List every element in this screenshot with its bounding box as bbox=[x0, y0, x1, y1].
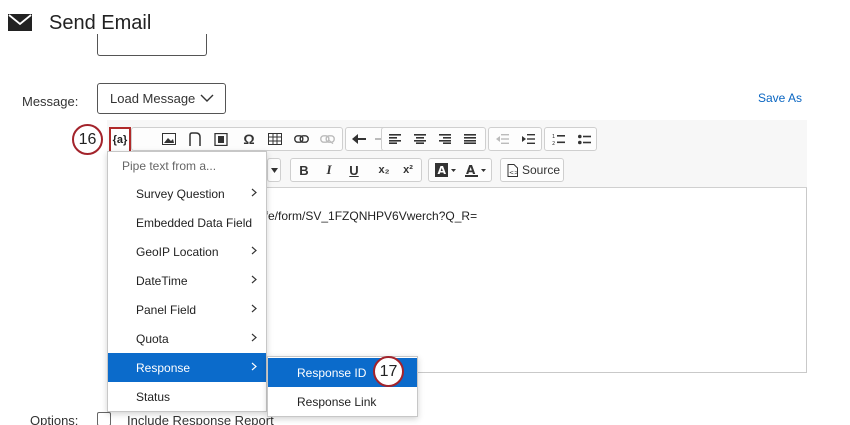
load-message-label: Load Message bbox=[110, 91, 196, 106]
step-marker-16: 16 bbox=[72, 124, 103, 155]
text-style-toolgroup: B I U x₂ x² bbox=[290, 158, 422, 182]
submenu-item-label: Response ID bbox=[297, 365, 367, 380]
menu-item-label: Quota bbox=[136, 331, 169, 346]
source-button[interactable]: <> Source bbox=[500, 158, 564, 182]
video-icon[interactable] bbox=[210, 128, 232, 150]
underline-button[interactable]: U bbox=[343, 159, 365, 181]
menu-item-label: Survey Question bbox=[136, 186, 225, 201]
caret-down-icon bbox=[271, 168, 278, 173]
font-size-select-stub[interactable] bbox=[267, 158, 281, 182]
include-report-label: Include Response Report bbox=[127, 413, 274, 425]
menu-item-label: Response bbox=[136, 360, 191, 375]
chevron-down-icon bbox=[200, 94, 214, 102]
submenu-item-response-link[interactable]: Response Link bbox=[268, 387, 417, 416]
save-as-link[interactable]: Save As bbox=[758, 91, 802, 105]
align-right-icon[interactable] bbox=[434, 128, 456, 150]
menu-item-response[interactable]: Response bbox=[108, 353, 266, 382]
load-message-dropdown[interactable]: Load Message bbox=[97, 83, 226, 114]
menu-item-status[interactable]: Status bbox=[108, 382, 266, 411]
bookmark-icon[interactable] bbox=[184, 128, 206, 150]
menu-item-panel-field[interactable]: Panel Field bbox=[108, 295, 266, 324]
pipe-text-button[interactable]: {a} bbox=[109, 127, 131, 153]
page-title: Send Email bbox=[49, 12, 152, 34]
editor-body-text: ife/form/SV_1FZQNHPV6Vwerch?Q_R= bbox=[262, 209, 478, 223]
text-color-icon[interactable]: A bbox=[462, 159, 490, 181]
svg-text:<>: <> bbox=[509, 170, 518, 177]
numbered-list-icon[interactable]: 12 bbox=[547, 128, 569, 150]
link-icon[interactable] bbox=[290, 128, 312, 150]
svg-text:2: 2 bbox=[552, 141, 555, 145]
superscript-button[interactable]: x² bbox=[397, 159, 419, 181]
pipe-text-menu: Pipe text from a... Survey Question Embe… bbox=[107, 151, 267, 412]
message-label: Message: bbox=[22, 94, 79, 109]
image-icon[interactable] bbox=[158, 128, 180, 150]
pipe-menu-header: Pipe text from a... bbox=[122, 159, 217, 173]
svg-text:1: 1 bbox=[552, 134, 555, 140]
include-report-checkbox[interactable] bbox=[97, 412, 111, 425]
source-label: Source bbox=[522, 163, 561, 177]
unlink-icon[interactable] bbox=[316, 128, 338, 150]
svg-text:A: A bbox=[466, 163, 476, 177]
chevron-right-icon bbox=[251, 304, 257, 313]
previous-select-stub[interactable] bbox=[97, 34, 207, 56]
align-justify-icon[interactable] bbox=[459, 128, 481, 150]
menu-item-geoip-location[interactable]: GeoIP Location bbox=[108, 237, 266, 266]
menu-item-quota[interactable]: Quota bbox=[108, 324, 266, 353]
svg-text:A: A bbox=[438, 164, 447, 177]
menu-item-label: Status bbox=[136, 389, 171, 404]
indent-toolgroup bbox=[488, 127, 542, 151]
color-toolgroup: A A bbox=[428, 158, 492, 182]
align-center-icon[interactable] bbox=[409, 128, 431, 150]
undo-icon[interactable] bbox=[348, 128, 370, 150]
menu-item-label: Panel Field bbox=[136, 302, 197, 317]
omega-icon[interactable]: Ω bbox=[238, 128, 260, 150]
envelope-icon bbox=[8, 14, 32, 31]
background-color-icon[interactable]: A bbox=[432, 159, 460, 181]
list-toolgroup: 12 bbox=[544, 127, 597, 151]
outdent-icon[interactable] bbox=[491, 128, 513, 150]
subscript-button[interactable]: x₂ bbox=[373, 159, 395, 181]
chevron-right-icon bbox=[251, 275, 257, 284]
italic-button[interactable]: I bbox=[318, 159, 340, 181]
align-left-icon[interactable] bbox=[384, 128, 406, 150]
indent-icon[interactable] bbox=[517, 128, 539, 150]
chevron-right-icon bbox=[251, 362, 257, 371]
menu-item-label: DateTime bbox=[136, 273, 188, 288]
menu-item-embedded-data-field[interactable]: Embedded Data Field bbox=[108, 208, 266, 237]
submenu-item-label: Response Link bbox=[297, 394, 377, 409]
menu-item-label: Embedded Data Field bbox=[136, 215, 253, 230]
chevron-right-icon bbox=[251, 188, 257, 197]
menu-item-datetime[interactable]: DateTime bbox=[108, 266, 266, 295]
bullet-list-icon[interactable] bbox=[573, 128, 595, 150]
insert-toolgroup: Ω bbox=[131, 127, 343, 151]
table-icon[interactable] bbox=[264, 128, 286, 150]
source-code-icon: <> bbox=[507, 164, 518, 177]
chevron-right-icon bbox=[251, 246, 257, 255]
chevron-right-icon bbox=[251, 333, 257, 342]
options-label: Options: bbox=[30, 413, 79, 425]
bold-button[interactable]: B bbox=[293, 159, 315, 181]
menu-item-label: GeoIP Location bbox=[136, 244, 219, 259]
step-marker-17: 17 bbox=[373, 356, 404, 387]
align-toolgroup bbox=[381, 127, 486, 151]
menu-item-survey-question[interactable]: Survey Question bbox=[108, 179, 266, 208]
